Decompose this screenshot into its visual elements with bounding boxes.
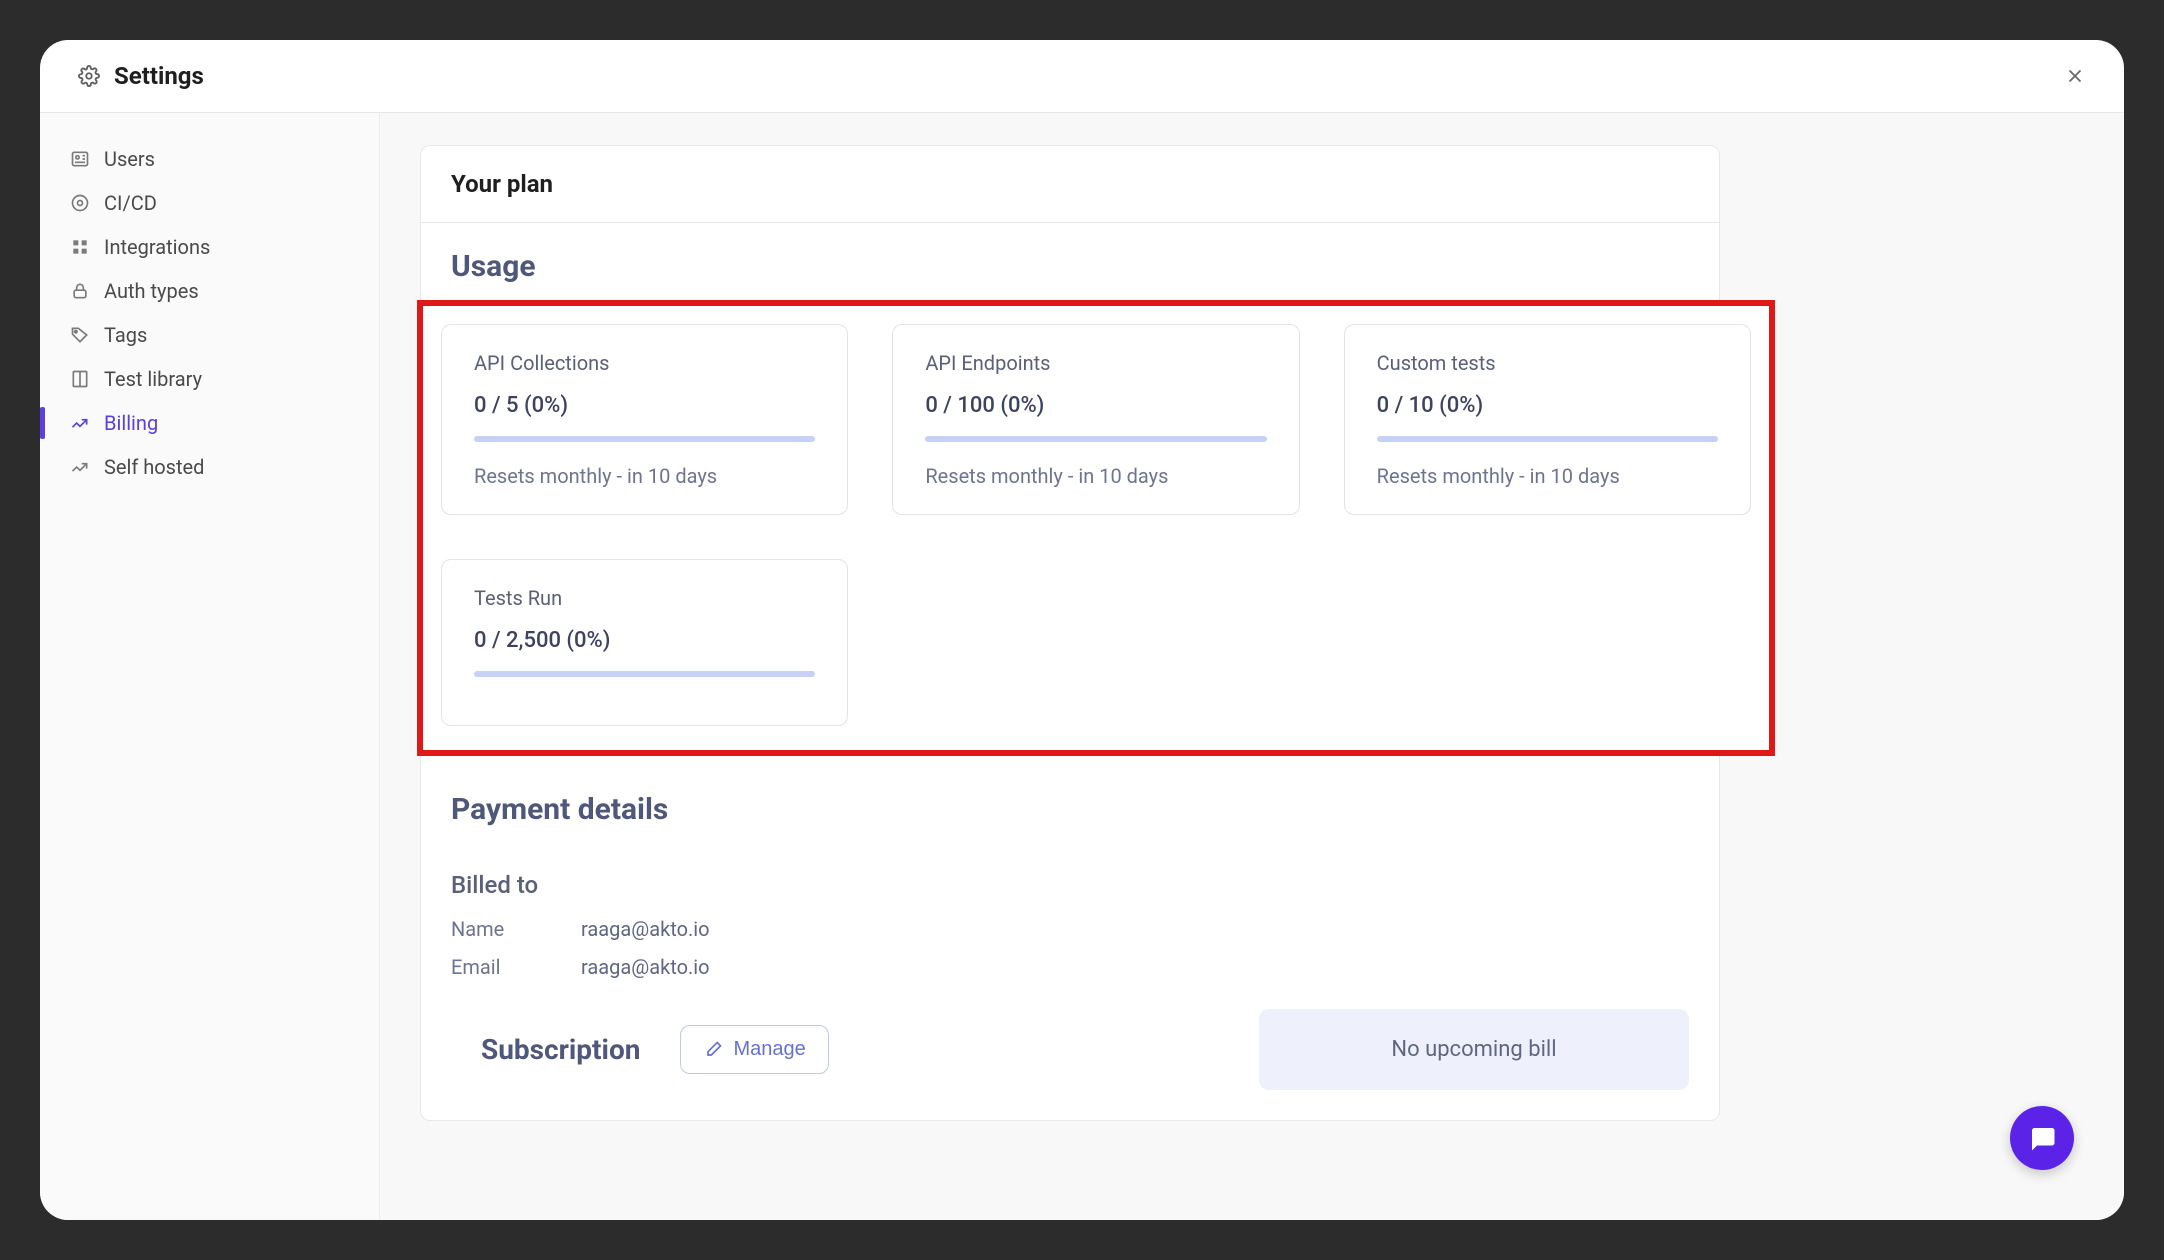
chat-fab[interactable]: [2010, 1106, 2074, 1170]
sidebar-item-integrations[interactable]: Integrations: [40, 225, 379, 269]
sidebar-item-test-library[interactable]: Test library: [40, 357, 379, 401]
progress-bar: [925, 436, 1266, 442]
sidebar-item-label: Users: [104, 147, 155, 171]
settings-sidebar: Users CI/CD Integrations Auth types Tags: [40, 113, 380, 1220]
payment-details-title: Payment details: [451, 768, 1689, 847]
users-icon: [70, 149, 90, 169]
name-value: raaga@akto.io: [581, 917, 710, 941]
plan-title: Your plan: [451, 170, 1689, 198]
sidebar-item-label: Billing: [104, 411, 158, 435]
sidebar-item-label: Integrations: [104, 235, 210, 259]
lock-icon: [70, 281, 90, 301]
email-value: raaga@akto.io: [581, 955, 710, 979]
sidebar-item-label: Test library: [104, 367, 202, 391]
self-hosted-icon: [70, 457, 90, 477]
billed-to-label: Billed to: [451, 871, 1689, 899]
usage-value: 0 / 2,500 (0%): [474, 628, 815, 653]
sidebar-item-billing[interactable]: Billing: [40, 401, 379, 445]
upcoming-bill-card: No upcoming bill: [1259, 1009, 1689, 1090]
progress-bar: [474, 436, 815, 442]
name-label: Name: [451, 917, 511, 941]
usage-reset: Resets monthly - in 10 days: [925, 464, 1266, 488]
sidebar-item-self-hosted[interactable]: Self hosted: [40, 445, 379, 489]
usage-card-custom-tests: Custom tests 0 / 10 (0%) Resets monthly …: [1344, 324, 1751, 515]
usage-reset: Resets monthly - in 10 days: [1377, 464, 1718, 488]
usage-value: 0 / 100 (0%): [925, 393, 1266, 418]
usage-card-api-collections: API Collections 0 / 5 (0%) Resets monthl…: [441, 324, 848, 515]
close-icon[interactable]: [2064, 65, 2086, 87]
integrations-icon: [70, 237, 90, 257]
progress-bar: [1377, 436, 1718, 442]
sidebar-item-tags[interactable]: Tags: [40, 313, 379, 357]
no-upcoming-bill-text: No upcoming bill: [1391, 1037, 1556, 1062]
manage-button[interactable]: Manage: [680, 1025, 828, 1074]
usage-label: API Collections: [474, 351, 815, 375]
usage-value: 0 / 5 (0%): [474, 393, 815, 418]
pencil-icon: [703, 1040, 723, 1060]
settings-gear-icon: [78, 65, 100, 87]
usage-card-api-endpoints: API Endpoints 0 / 100 (0%) Resets monthl…: [892, 324, 1299, 515]
usage-card-tests-run: Tests Run 0 / 2,500 (0%): [441, 559, 848, 726]
book-icon: [70, 369, 90, 389]
billing-icon: [70, 413, 90, 433]
sidebar-item-label: Auth types: [104, 279, 199, 303]
email-label: Email: [451, 955, 511, 979]
modal-title: Settings: [114, 62, 204, 90]
sidebar-item-label: Tags: [104, 323, 147, 347]
usage-label: Custom tests: [1377, 351, 1718, 375]
sidebar-item-auth-types[interactable]: Auth types: [40, 269, 379, 313]
usage-title: Usage: [421, 223, 1719, 296]
usage-reset: Resets monthly - in 10 days: [474, 464, 815, 488]
usage-value: 0 / 10 (0%): [1377, 393, 1718, 418]
sidebar-item-cicd[interactable]: CI/CD: [40, 181, 379, 225]
chat-icon: [2027, 1123, 2057, 1153]
tags-icon: [70, 325, 90, 345]
progress-bar: [474, 671, 815, 677]
sidebar-item-label: CI/CD: [104, 191, 157, 215]
usage-label: API Endpoints: [925, 351, 1266, 375]
subscription-title: Subscription: [481, 1033, 640, 1066]
usage-label: Tests Run: [474, 586, 815, 610]
manage-button-label: Manage: [733, 1038, 805, 1061]
sidebar-item-label: Self hosted: [104, 455, 204, 479]
sidebar-item-users[interactable]: Users: [40, 137, 379, 181]
usage-highlight-box: API Collections 0 / 5 (0%) Resets monthl…: [417, 300, 1775, 756]
cicd-icon: [70, 193, 90, 213]
